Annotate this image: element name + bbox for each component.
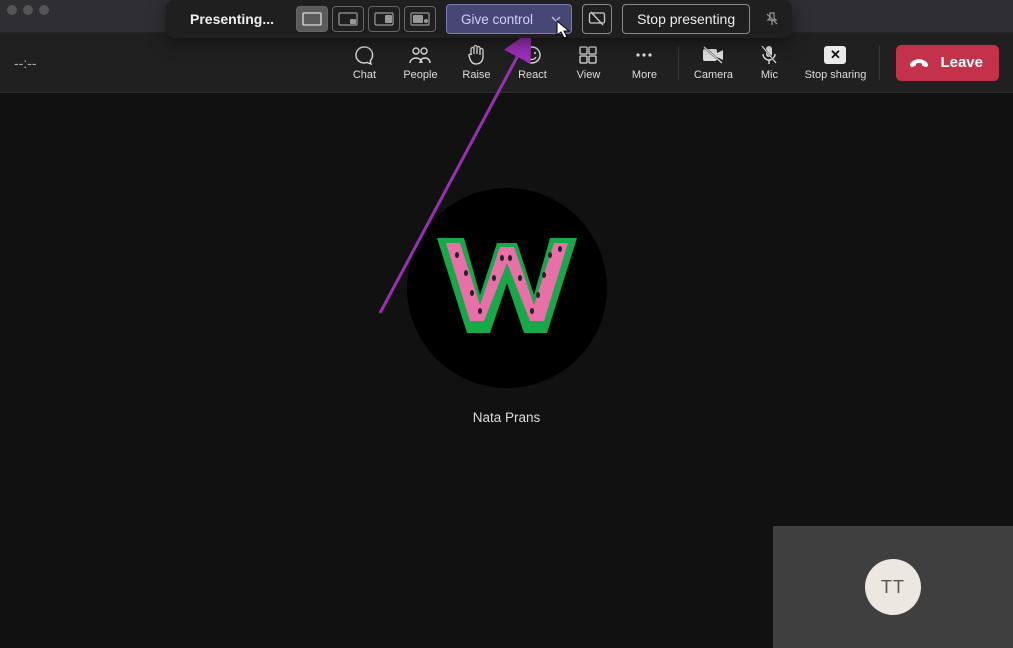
more-label: More <box>632 69 657 81</box>
mac-window-dots <box>7 5 49 15</box>
meeting-controls-group: Chat People Raise React View More Camera <box>336 33 1013 92</box>
people-button[interactable]: People <box>392 33 448 92</box>
self-avatar: TT <box>865 559 921 615</box>
raise-hand-button[interactable]: Raise <box>448 33 504 92</box>
raise-hand-label: Raise <box>462 69 490 81</box>
view-icon <box>577 44 599 66</box>
people-icon <box>408 44 432 66</box>
presenter-layout-group <box>296 6 436 32</box>
presenting-status-label: Presenting... <box>174 11 286 27</box>
screen-share-off-icon <box>588 11 606 27</box>
camera-off-icon <box>701 45 725 65</box>
meeting-timer: --:-- <box>0 55 55 71</box>
layout-reporter-button[interactable] <box>404 6 436 32</box>
leave-label: Leave <box>940 54 983 71</box>
chat-icon <box>353 44 375 66</box>
mic-label: Mic <box>761 69 778 81</box>
people-label: People <box>403 69 437 81</box>
give-control-label: Give control <box>461 12 533 27</box>
hangup-icon <box>908 57 930 69</box>
mac-dot-close[interactable] <box>7 5 17 15</box>
participant-tile[interactable]: Nata Prans <box>407 188 607 425</box>
layout-reporter-icon <box>410 12 430 26</box>
view-label: View <box>577 69 601 81</box>
layout-fullscreen-icon <box>302 12 322 26</box>
toggle-screen-share-button[interactable] <box>582 4 612 34</box>
layout-standout-icon <box>338 12 358 26</box>
controls-divider <box>678 46 679 80</box>
layout-standout-button[interactable] <box>332 6 364 32</box>
mac-dot-max[interactable] <box>39 5 49 15</box>
layout-sidebyside-button[interactable] <box>368 6 400 32</box>
more-button[interactable]: More <box>616 33 672 92</box>
mic-button[interactable]: Mic <box>741 33 797 92</box>
layout-fullscreen-button[interactable] <box>296 6 328 32</box>
unpin-toolbar-button[interactable] <box>760 7 784 31</box>
give-control-dropdown[interactable]: Give control <box>446 4 572 34</box>
participant-name: Nata Prans <box>473 410 541 425</box>
more-icon <box>633 44 655 66</box>
react-icon <box>521 44 543 66</box>
controls-divider-2 <box>879 46 880 80</box>
react-button[interactable]: React <box>504 33 560 92</box>
stop-sharing-icon: ✕ <box>824 46 846 64</box>
camera-button[interactable]: Camera <box>685 33 741 92</box>
chat-button[interactable]: Chat <box>336 33 392 92</box>
participant-avatar <box>407 188 607 388</box>
avatar-letter-w-icon <box>432 233 582 343</box>
stop-sharing-button[interactable]: ✕ Stop sharing <box>797 33 873 92</box>
stop-presenting-button[interactable]: Stop presenting <box>622 4 750 34</box>
stop-sharing-label: Stop sharing <box>805 69 867 81</box>
camera-label: Camera <box>694 69 733 81</box>
mic-off-icon <box>759 44 779 66</box>
meeting-stage: Nata Prans TT <box>0 93 1013 648</box>
pin-off-icon <box>764 11 780 27</box>
chat-label: Chat <box>353 69 376 81</box>
view-button[interactable]: View <box>560 33 616 92</box>
meeting-controls-bar: --:-- Chat People Raise React View More <box>0 33 1013 93</box>
react-label: React <box>518 69 547 81</box>
self-view[interactable]: TT <box>773 526 1013 648</box>
raise-hand-icon <box>466 44 486 66</box>
layout-sidebyside-icon <box>374 12 394 26</box>
leave-button[interactable]: Leave <box>896 45 999 81</box>
mac-dot-min[interactable] <box>23 5 33 15</box>
chevron-down-icon <box>551 14 561 24</box>
presenting-toolbar: Presenting... Give control Stop presenti… <box>166 0 792 38</box>
